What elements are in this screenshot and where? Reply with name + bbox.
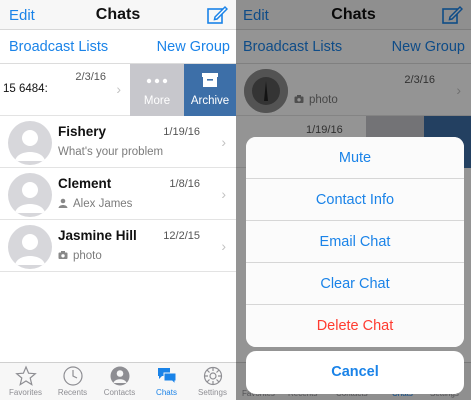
tab-label: Chats [156,388,177,397]
chats-icon [157,368,176,386]
navigation-bar: Edit Chats [0,0,236,30]
action-sheet: Mute Contact Info Email Chat Clear Chat … [246,137,464,347]
gear-icon [203,366,222,386]
cancel-button[interactable]: Cancel [246,351,464,394]
chat-date: 1/19/16 [163,126,200,138]
chat-date: 1/8/16 [169,178,200,190]
tab-label: Recents [57,388,88,397]
chat-name: Fishery [58,124,107,139]
delete-chat-option[interactable]: Delete Chat [246,305,464,347]
avatar [8,173,52,217]
archive-button[interactable]: Archive [184,64,236,116]
chats-screen-action-sheet: Edit Chats Broadcast Lists New Group 2/3… [236,0,471,400]
ellipsis-icon [146,78,168,84]
compose-icon[interactable] [206,4,228,26]
chat-actions-bar: Broadcast Lists New Group [0,30,236,64]
new-group-link[interactable]: New Group [157,39,230,55]
more-button[interactable]: More [130,64,184,116]
tab-settings[interactable]: Settings [189,365,236,397]
camera-icon [58,251,68,259]
avatar [8,121,52,165]
chevron-right-icon: › [221,134,226,150]
chat-row[interactable]: Fishery 1/19/16 What's your problem › [0,116,236,168]
chevron-right-icon: › [116,81,121,97]
tab-label: Favorites [9,388,42,397]
mute-option[interactable]: Mute [246,137,464,179]
chevron-right-icon: › [221,238,226,254]
avatar [8,225,52,269]
contact-info-option[interactable]: Contact Info [246,179,464,221]
page-title: Chats [95,6,141,23]
tab-chats[interactable]: Chats [143,365,190,397]
chats-screen-swipe: Edit Chats Broadcast Lists New Group 15 … [0,0,236,400]
chat-snippet-row: Alex James [58,198,132,210]
chat-row[interactable]: Clement 1/8/16 Alex James › [0,168,236,220]
tab-label: Contacts [103,388,136,397]
tab-favorites[interactable]: Favorites [2,365,49,397]
chat-snippet-row: photo [58,250,102,262]
chat-snippet: What's your problem [58,146,164,158]
chat-date: 2/3/16 [75,71,106,83]
chat-row-swiped[interactable]: 15 6484: 2/3/16 › [0,64,130,116]
chat-name: Jasmine Hill [58,228,137,243]
archive-box-icon [202,73,218,87]
archive-label: Archive [190,95,230,107]
tab-bar: Favorites Recents Contacts Chats Setting… [0,362,236,400]
star-icon [14,365,37,386]
tab-recents[interactable]: Recents [49,365,96,397]
chat-snippet: photo [73,250,102,262]
contacts-icon [110,366,129,386]
chevron-right-icon: › [221,186,226,202]
clock-icon [62,366,83,386]
tab-label: Settings [198,388,227,397]
clear-chat-option[interactable]: Clear Chat [246,263,464,305]
chat-snippet: Alex James [73,198,133,210]
chat-row[interactable]: Jasmine Hill 12/2/15 photo › [0,220,236,272]
chat-date: 12/2/15 [163,230,200,242]
email-chat-option[interactable]: Email Chat [246,221,464,263]
broadcast-lists-link[interactable]: Broadcast Lists [9,39,108,55]
chat-snippet: 15 6484: [3,83,48,95]
tab-contacts[interactable]: Contacts [96,365,143,397]
more-label: More [143,95,171,107]
chat-name: Clement [58,176,112,191]
person-icon [58,198,68,208]
